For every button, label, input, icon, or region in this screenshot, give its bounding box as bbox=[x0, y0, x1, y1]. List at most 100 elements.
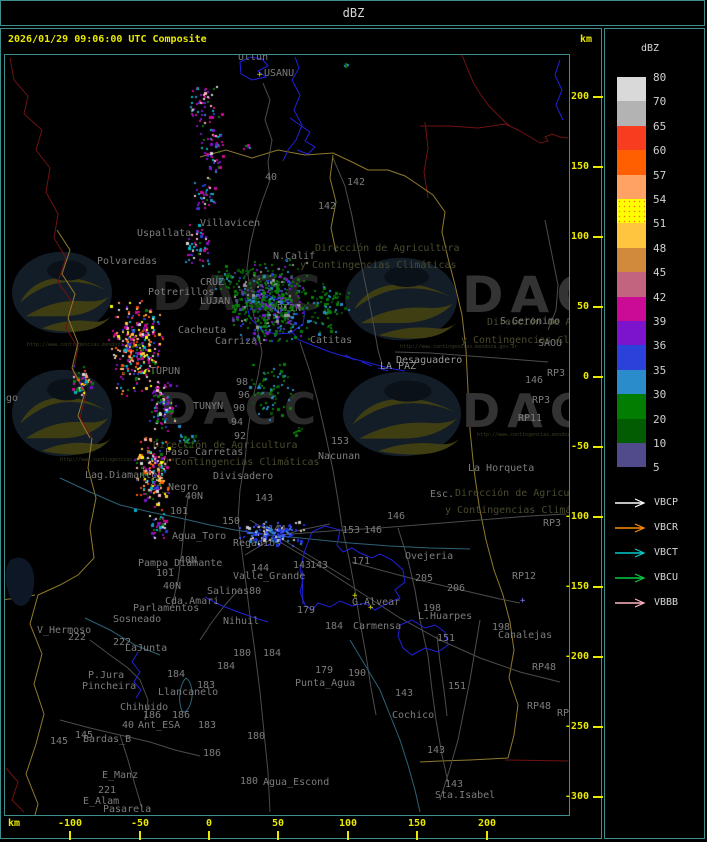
map-path bbox=[423, 121, 429, 199]
radar-map[interactable]: DACCDACCDACCDACCDirección de Agricultura… bbox=[4, 54, 570, 816]
map-path bbox=[554, 59, 564, 121]
dbz-scale-title: dBZ bbox=[641, 43, 660, 54]
map-label: 180 bbox=[240, 776, 259, 787]
map-label: 90 bbox=[233, 403, 246, 414]
map-label: P.Jura bbox=[88, 670, 125, 681]
map-label: Polvaredas bbox=[97, 256, 158, 267]
map-label: 180 bbox=[233, 648, 252, 659]
watermark-url: http://www.contingencias.mendoza.gov.ar bbox=[27, 342, 145, 348]
map-label: RP48 bbox=[532, 662, 557, 673]
map-label: Esc. bbox=[430, 489, 455, 500]
map-label: Nihuil bbox=[223, 616, 260, 627]
map-label: 184 bbox=[263, 648, 282, 659]
map-path bbox=[420, 123, 569, 144]
bottom-axis-tick bbox=[69, 831, 71, 840]
scale-tick-label: 57 bbox=[653, 168, 667, 182]
map-label: Pampa_Diamante bbox=[138, 558, 223, 569]
legend-label: VBCT bbox=[654, 547, 679, 558]
scale-tick-label: 30 bbox=[653, 388, 667, 402]
legend-arrow-icon bbox=[615, 573, 646, 583]
km-unit-label-right: km bbox=[580, 34, 593, 45]
map-label: Carmensa bbox=[353, 621, 402, 632]
map-path bbox=[419, 757, 509, 763]
map-label: Ovejeria bbox=[405, 551, 454, 562]
map-label: 183 bbox=[198, 720, 217, 731]
map-label: 92 bbox=[234, 431, 247, 442]
scale-block bbox=[617, 199, 646, 224]
map-label: USANU bbox=[264, 68, 295, 79]
map-label: Nacunan bbox=[318, 451, 361, 462]
map-label: 151 bbox=[448, 681, 467, 692]
map-path bbox=[349, 639, 421, 813]
bottom-axis-label: 0 bbox=[205, 818, 213, 829]
scale-block bbox=[617, 223, 646, 248]
scale-block bbox=[617, 150, 646, 175]
map-label: RP12 bbox=[512, 571, 537, 582]
map-label: La Horqueta bbox=[468, 463, 535, 474]
scale-block bbox=[617, 272, 646, 297]
dacc-watermark-subtext: y Contingencias Climáticas bbox=[445, 505, 570, 516]
scale-tick-label: 42 bbox=[653, 290, 667, 304]
map-label: Paso_Carretas bbox=[165, 447, 244, 458]
scale-block bbox=[617, 443, 646, 468]
map-label: N.Calif bbox=[273, 251, 316, 262]
map-label: 206 bbox=[447, 583, 466, 594]
right-axis-tick bbox=[593, 516, 603, 518]
map-label: Punta_Agua bbox=[295, 678, 356, 689]
map-label: Pincheira bbox=[82, 681, 137, 692]
right-axis-tick bbox=[593, 446, 603, 448]
map-label: ago bbox=[5, 393, 19, 404]
map-label: Canalejas bbox=[498, 630, 553, 641]
scale-tick-label: 39 bbox=[653, 315, 667, 328]
map-label: Ullun bbox=[238, 54, 269, 63]
map-label: 40N bbox=[185, 491, 204, 502]
map-path bbox=[504, 759, 569, 762]
right-axis-tick bbox=[593, 236, 603, 238]
right-axis-tick bbox=[593, 726, 603, 728]
map-label: 144 bbox=[251, 563, 270, 574]
scale-block bbox=[617, 125, 646, 151]
map-label: TUPUN bbox=[150, 366, 181, 377]
map-plus-marker: + bbox=[257, 70, 263, 80]
map-label: RP bbox=[557, 708, 570, 719]
map-label: Catitas bbox=[310, 335, 353, 346]
watermark-url: http://www.contingencias.mendoza.gov.ar bbox=[60, 457, 178, 463]
map-label: Desaguadero bbox=[396, 355, 463, 366]
scale-tick-label: 48 bbox=[653, 241, 667, 255]
legend-label: VBCU bbox=[654, 572, 679, 583]
map-label: 142 bbox=[347, 177, 366, 188]
map-path bbox=[461, 55, 511, 127]
map-label: 101 bbox=[156, 568, 175, 579]
scale-tick-label: 70 bbox=[653, 95, 667, 109]
dacc-watermark-subtext: y Contingencias Climáticas bbox=[300, 260, 457, 271]
watermark-url: http://www.contingencias.mendoza.gov.ar bbox=[400, 344, 518, 350]
map-label: 153 bbox=[342, 525, 361, 536]
right-axis-tick bbox=[593, 376, 603, 378]
map-plus-marker: + bbox=[368, 603, 374, 613]
map-label: Uspallata bbox=[137, 228, 192, 239]
right-axis-tick bbox=[593, 586, 603, 588]
right-axis-tick bbox=[593, 306, 603, 308]
scale-tick-label: 51 bbox=[653, 217, 667, 231]
legend-arrow-icon bbox=[615, 598, 646, 608]
scale-tick-label: 10 bbox=[653, 437, 667, 450]
map-label: 146 bbox=[364, 525, 383, 536]
right-axis-tick bbox=[593, 796, 603, 798]
map-label: SAOU bbox=[538, 338, 563, 349]
bottom-axis-label: 150 bbox=[407, 818, 427, 829]
km-unit-label-bottom: km bbox=[8, 818, 21, 829]
map-path bbox=[289, 117, 316, 155]
map-label: 222 bbox=[68, 632, 87, 643]
scale-block bbox=[617, 247, 646, 273]
map-label: 151 bbox=[437, 633, 456, 644]
map-plus-marker: + bbox=[352, 591, 358, 601]
map-label: L.Huarpes bbox=[418, 611, 473, 622]
bottom-axis-label: 50 bbox=[271, 818, 285, 829]
scale-block bbox=[617, 321, 646, 346]
legend-arrow-icon bbox=[615, 498, 646, 508]
bottom-axis-tick bbox=[486, 831, 488, 840]
map-label: 40 bbox=[265, 172, 278, 183]
scale-block bbox=[617, 77, 646, 102]
map-label: 145 bbox=[50, 736, 69, 747]
map-label: Sta.Isabel bbox=[435, 790, 496, 801]
